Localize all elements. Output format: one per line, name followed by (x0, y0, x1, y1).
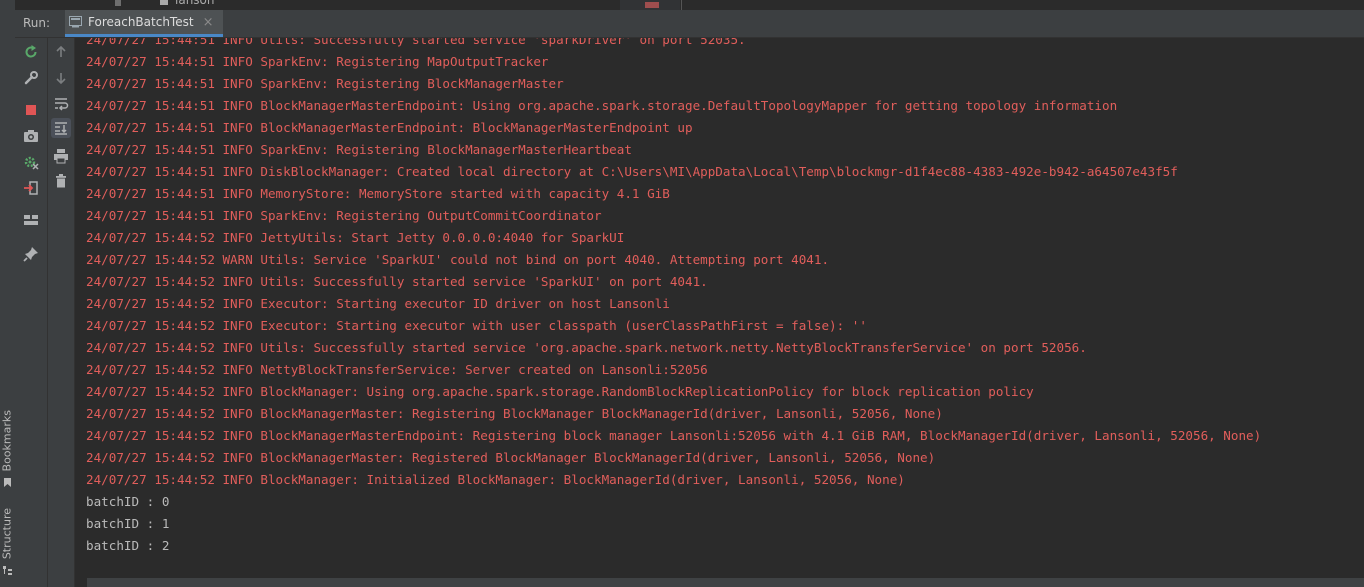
console-tab-icon (69, 16, 82, 28)
debug-gear-icon (24, 156, 39, 170)
console-line: 24/07/27 15:44:52 INFO BlockManager: Usi… (86, 384, 1034, 399)
console-line: batchID : 1 (86, 516, 170, 531)
console-line: 24/07/27 15:44:52 INFO Utils: Successful… (86, 340, 1087, 355)
soft-wrap-icon (55, 98, 69, 111)
rerun-icon (25, 45, 37, 58)
console-line: 24/07/27 15:44:52 INFO Utils: Successful… (86, 274, 708, 289)
soft-wrap-button[interactable] (51, 94, 71, 114)
console-line: 24/07/27 15:44:51 INFO MemoryStore: Memo… (86, 186, 670, 201)
structure-tab[interactable]: Structure (0, 508, 15, 578)
scroll-to-end-icon (55, 122, 67, 135)
exit-icon (24, 181, 38, 195)
run-tab-title: ForeachBatchTest (88, 15, 194, 29)
console-line: 24/07/27 15:44:51 INFO SparkEnv: Registe… (86, 54, 549, 69)
bookmarks-tab[interactable]: Bookmarks (0, 410, 15, 490)
console-line: 24/07/27 15:44:51 INFO DiskBlockManager:… (86, 164, 1178, 179)
console-line: 24/07/27 15:44:52 INFO BlockManagerMaste… (86, 406, 943, 421)
previous-occurrence-button[interactable] (51, 42, 71, 62)
thread-dump-button[interactable] (21, 126, 41, 146)
console-line: 24/07/27 15:44:52 INFO BlockManagerMaste… (86, 428, 1262, 443)
down-arrow-icon (56, 73, 66, 85)
close-tab-button[interactable]: × (203, 15, 214, 30)
console-line: 24/07/27 15:44:51 INFO BlockManagerMaste… (86, 98, 1118, 113)
project-tree-item[interactable]: lanson (175, 0, 215, 7)
console-line: batchID : 0 (86, 494, 170, 509)
restore-layout-button[interactable] (21, 210, 41, 230)
console-line: 24/07/27 15:44:52 WARN Utils: Service 'S… (86, 252, 830, 267)
stop-icon (26, 105, 36, 115)
console-line: 24/07/27 15:44:52 INFO Executor: Startin… (86, 296, 670, 311)
run-actions-toolbar (15, 38, 48, 587)
editor-remnant-art (115, 0, 682, 10)
trash-icon (56, 174, 66, 188)
camera-icon (24, 130, 38, 142)
structure-icon (3, 566, 12, 575)
exit-button[interactable] (21, 178, 41, 198)
layout-icon (24, 215, 38, 225)
console-line: 24/07/27 15:44:51 INFO BlockManagerMaste… (86, 120, 693, 135)
console-line: 24/07/27 15:44:52 INFO BlockManagerMaste… (86, 450, 936, 465)
run-tab-foreachbatchtest[interactable]: ForeachBatchTest × (65, 10, 224, 37)
console-line: 24/07/27 15:44:51 INFO Utils: Successful… (86, 38, 746, 47)
tool-window-stripe: Bookmarks Structure (0, 0, 16, 587)
rerun-button[interactable] (21, 42, 41, 62)
up-arrow-icon (56, 45, 66, 57)
run-panel-header: Run: ForeachBatchTest × (15, 10, 1364, 38)
console-line: 24/07/27 15:44:52 INFO Executor: Startin… (86, 318, 867, 333)
structure-tab-label: Structure (0, 508, 14, 560)
console-line: 24/07/27 15:44:52 INFO NettyBlockTransfe… (86, 362, 708, 377)
console-line: 24/07/27 15:44:51 INFO SparkEnv: Registe… (86, 76, 564, 91)
console-line: 24/07/27 15:44:51 INFO SparkEnv: Registe… (86, 208, 602, 223)
console-line: batchID : 2 (86, 538, 170, 553)
horizontal-scrollbar[interactable] (87, 578, 1364, 587)
console-actions-toolbar (48, 38, 75, 587)
bookmarks-tab-label: Bookmarks (0, 410, 14, 472)
modify-run-config-button[interactable] (21, 68, 41, 88)
debug-button[interactable] (21, 152, 41, 172)
settings-wrench-icon (24, 71, 38, 85)
pin-icon (23, 247, 38, 262)
stop-button[interactable] (21, 100, 41, 120)
print-button[interactable] (51, 146, 71, 166)
bookmark-icon (4, 478, 11, 487)
console-line: 24/07/27 15:44:52 INFO JettyUtils: Start… (86, 230, 625, 245)
console-line: 24/07/27 15:44:51 INFO SparkEnv: Registe… (86, 142, 632, 157)
pin-tab-button[interactable] (21, 244, 41, 264)
scroll-to-end-button[interactable] (51, 118, 71, 138)
clear-all-button[interactable] (51, 171, 71, 191)
print-icon (54, 149, 68, 164)
console-output[interactable]: 24/07/27 15:44:51 INFO Utils: Successful… (75, 38, 1364, 587)
editor-remnant: lanson (15, 0, 1364, 10)
next-occurrence-button[interactable] (51, 68, 71, 88)
run-label: Run: (23, 16, 51, 30)
console-line: 24/07/27 15:44:52 INFO BlockManager: Ini… (86, 472, 905, 487)
